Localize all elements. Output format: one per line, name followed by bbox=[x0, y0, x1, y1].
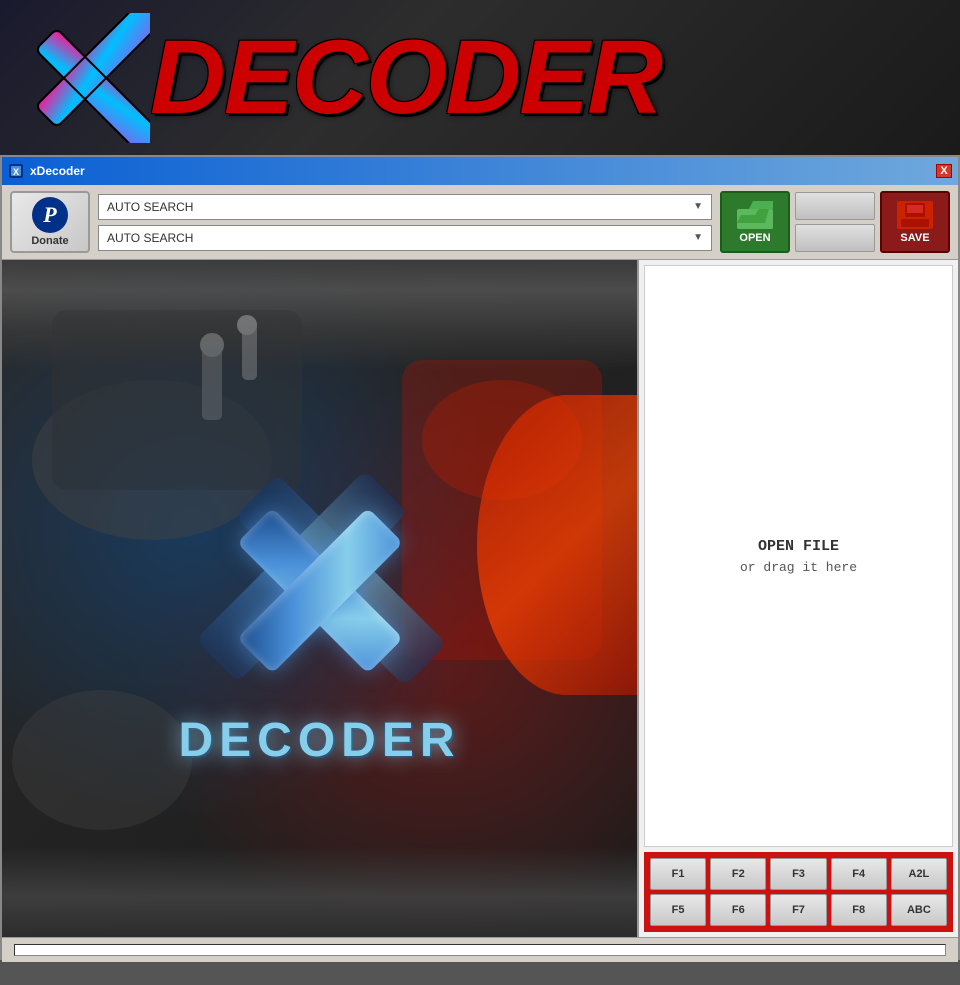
fn-button-a2l[interactable]: A2L bbox=[891, 858, 947, 890]
app-icon: X bbox=[8, 163, 24, 179]
toolbar-buttons: OPEN SAVE bbox=[720, 191, 950, 253]
status-bar bbox=[2, 937, 958, 962]
fn-buttons-grid: F1F2F3F4A2L F5F6F7F8ABC bbox=[644, 852, 953, 932]
fn-button-abc[interactable]: ABC bbox=[891, 894, 947, 926]
drop-zone-line2: or drag it here bbox=[740, 560, 857, 575]
drop-zone[interactable]: OPEN FILE or drag it here bbox=[644, 265, 953, 847]
drop-zone-line1: OPEN FILE bbox=[758, 538, 839, 555]
titlebar: X xDecoder X bbox=[2, 157, 958, 185]
save-file-icon bbox=[897, 201, 933, 229]
titlebar-title: xDecoder bbox=[30, 164, 85, 178]
fn-button-f7[interactable]: F7 bbox=[770, 894, 826, 926]
fn-button-f5[interactable]: F5 bbox=[650, 894, 706, 926]
svg-text:X: X bbox=[13, 167, 19, 177]
save-button[interactable]: SAVE bbox=[880, 191, 950, 253]
dropdown-2[interactable]: AUTO SEARCH ▼ bbox=[98, 225, 712, 251]
splash-decoder-text: DECODER bbox=[178, 713, 460, 768]
donate-label: Donate bbox=[31, 235, 68, 247]
splash-background: DECODER bbox=[2, 260, 637, 937]
titlebar-left: X xDecoder bbox=[8, 163, 85, 179]
app-window: X xDecoder X P Donate AUTO SEARCH ▼ AUTO… bbox=[0, 155, 960, 960]
x-logo-icon bbox=[20, 13, 150, 143]
fn-button-f3[interactable]: F3 bbox=[770, 858, 826, 890]
fn-button-f2[interactable]: F2 bbox=[710, 858, 766, 890]
fn-button-f4[interactable]: F4 bbox=[831, 858, 887, 890]
donate-button[interactable]: P Donate bbox=[10, 191, 90, 253]
right-panel: OPEN FILE or drag it here F1F2F3F4A2LF5F… bbox=[637, 260, 958, 937]
dropdowns-area: AUTO SEARCH ▼ AUTO SEARCH ▼ bbox=[98, 194, 712, 251]
open-button-label: OPEN bbox=[739, 232, 770, 244]
open-button[interactable]: OPEN bbox=[720, 191, 790, 253]
dropdown-1-value: AUTO SEARCH bbox=[107, 200, 193, 214]
chevron-down-icon: ▼ bbox=[693, 232, 703, 243]
paypal-icon: P bbox=[32, 197, 68, 233]
chevron-down-icon: ▼ bbox=[693, 201, 703, 212]
toolbar: P Donate AUTO SEARCH ▼ AUTO SEARCH ▼ bbox=[2, 185, 958, 260]
save-button-label: SAVE bbox=[900, 232, 929, 244]
scrollbar[interactable] bbox=[14, 944, 946, 956]
mid-buttons bbox=[795, 192, 875, 252]
bottom-strip bbox=[0, 960, 960, 985]
engine-bottom-decoration bbox=[2, 847, 637, 937]
open-file-icon bbox=[737, 201, 773, 229]
mid-button-top[interactable] bbox=[795, 192, 875, 220]
dropdown-1[interactable]: AUTO SEARCH ▼ bbox=[98, 194, 712, 220]
fn-button-f6[interactable]: F6 bbox=[710, 894, 766, 926]
splash-panel: DECODER bbox=[2, 260, 637, 937]
fn-button-f1[interactable]: F1 bbox=[650, 858, 706, 890]
main-content: DECODER OPEN FILE or drag it here F1F2F3… bbox=[2, 260, 958, 937]
close-button[interactable]: X bbox=[936, 164, 952, 178]
mid-button-bottom[interactable] bbox=[795, 224, 875, 252]
dropdown-2-value: AUTO SEARCH bbox=[107, 231, 193, 245]
top-banner: DECODER bbox=[0, 0, 960, 155]
banner-title: DECODER bbox=[150, 25, 661, 130]
fn-button-f8[interactable]: F8 bbox=[831, 894, 887, 926]
